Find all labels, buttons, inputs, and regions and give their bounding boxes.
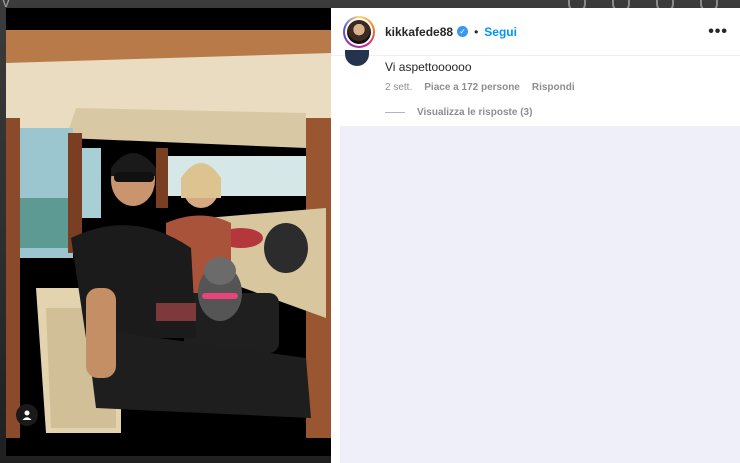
verified-badge-icon: ✓ — [457, 26, 469, 37]
more-options-icon[interactable]: ••• — [708, 23, 728, 41]
instagram-post-viewer: v kikkafede88 ✓ • Segui ••• Vi aspettooo… — [0, 0, 740, 463]
view-replies-label: Visualizza le risposte (3) — [417, 107, 533, 118]
replies-divider — [385, 112, 405, 113]
comments-empty-area — [340, 126, 740, 463]
comment-text: Vi aspettoooooo — [385, 60, 472, 74]
avatar[interactable] — [343, 15, 375, 48]
view-replies-button[interactable]: Visualizza le risposte (3) — [385, 107, 728, 118]
user-tag-icon[interactable] — [16, 404, 38, 426]
post-header: kikkafede88 ✓ • Segui ••• — [331, 8, 740, 56]
boat-photo-image — [6, 8, 331, 456]
comment-likes[interactable]: Piace a 172 persone — [424, 82, 520, 93]
follow-button[interactable]: Segui — [484, 25, 517, 39]
separator-dot: • — [474, 24, 479, 39]
panel-edge — [331, 126, 340, 463]
reply-button[interactable]: Rispondi — [532, 82, 575, 93]
post-side-panel: kikkafede88 ✓ • Segui ••• Vi aspettooooo… — [331, 8, 740, 126]
post-photo[interactable] — [6, 8, 331, 456]
comment-time[interactable]: 2 sett. — [385, 82, 412, 93]
comment-item: Vi aspettoooooo 2 sett. Piace a 172 pers… — [331, 50, 740, 118]
comment-avatar[interactable] — [345, 50, 369, 66]
comment-meta: 2 sett. Piace a 172 persone Rispondi — [385, 82, 728, 93]
username-link[interactable]: kikkafede88 — [385, 25, 453, 39]
